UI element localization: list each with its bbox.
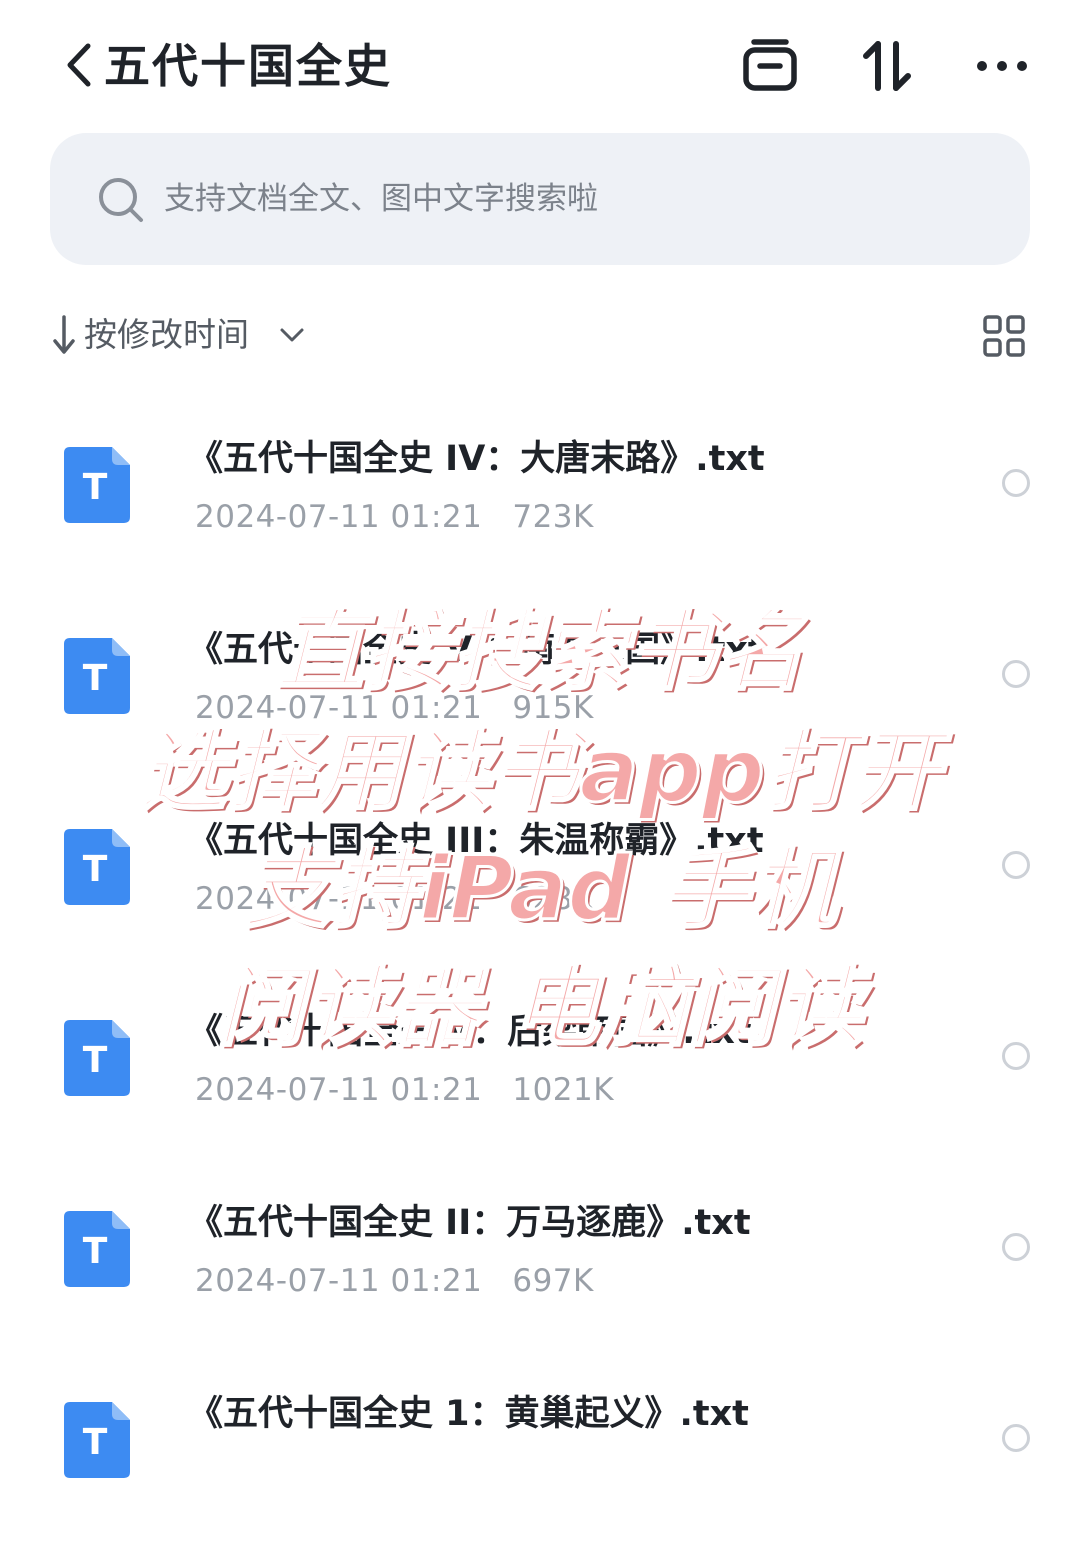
chevron-down-icon: [280, 328, 304, 342]
file-size: 1021K: [512, 1072, 615, 1108]
txt-file-icon: T: [64, 1211, 130, 1287]
search-bar[interactable]: 支持文档全文、图中文字搜索啦: [50, 133, 1030, 265]
select-radio[interactable]: [1002, 851, 1030, 879]
select-radio[interactable]: [1002, 469, 1030, 497]
file-row[interactable]: T 《五代十国全史 II：万马逐鹿》.txt 2024-07-11 01:21 697…: [0, 1159, 1080, 1350]
svg-text:T: T: [83, 1040, 108, 1081]
clipboard-icon[interactable]: [740, 36, 800, 96]
txt-file-icon: T: [64, 638, 130, 714]
back-chevron-icon[interactable]: [60, 40, 100, 90]
file-row[interactable]: T 《五代十国全史 1：黄巢起义》.txt: [0, 1350, 1080, 1541]
file-row[interactable]: T 《五代十国全史 IV：大唐末路》.txt 2024-07-11 01:21 723…: [0, 395, 1080, 586]
select-radio[interactable]: [1002, 1424, 1030, 1452]
file-row[interactable]: T 《五代十国全史 III：朱温称霸》.txt 2024-07-11 01:21 62…: [0, 777, 1080, 968]
page-title: 五代十国全史: [104, 39, 392, 93]
file-name: 《五代十国全史 VI：南方三国》.txt: [188, 630, 765, 670]
file-size: 697K: [512, 1263, 594, 1299]
file-meta: 2024-07-11 01:21 723K: [195, 497, 594, 537]
txt-file-icon: T: [64, 447, 130, 523]
grid-view-icon[interactable]: [982, 314, 1026, 358]
arrow-down-icon: [53, 315, 75, 354]
file-size: 628K: [512, 881, 594, 917]
sort-arrows-icon[interactable]: [858, 36, 918, 96]
select-radio[interactable]: [1002, 660, 1030, 688]
file-date: 2024-07-11 01:21: [195, 881, 483, 917]
file-name: 《五代十国全史 III：朱温称霸》.txt: [188, 821, 764, 861]
svg-text:T: T: [83, 467, 108, 508]
file-date: 2024-07-11 01:21: [195, 1072, 483, 1108]
svg-text:T: T: [83, 1422, 108, 1463]
file-meta: 2024-07-11 01:21 915K: [195, 688, 594, 728]
file-name: 《五代十国全史 1：黄巢起义》.txt: [188, 1394, 749, 1434]
sort-label: 按修改时间: [84, 315, 249, 354]
search-icon: [99, 178, 143, 222]
txt-file-icon: T: [64, 829, 130, 905]
top-bar: 五代十国全史: [0, 0, 1080, 130]
file-meta: 2024-07-11 01:21 628K: [195, 879, 594, 919]
file-date: 2024-07-11 01:21: [195, 1263, 483, 1299]
file-name: 《五代十国全史 IV：大唐末路》.txt: [188, 439, 765, 479]
file-date: 2024-07-11 01:21: [195, 690, 483, 726]
search-placeholder: 支持文档全文、图中文字搜索啦: [164, 181, 598, 217]
txt-file-icon: T: [64, 1402, 130, 1478]
svg-text:T: T: [83, 1231, 108, 1272]
file-row[interactable]: T 《五代十国全史 VI：南方三国》.txt 2024-07-11 01:21 915…: [0, 586, 1080, 777]
svg-text:T: T: [83, 658, 108, 699]
file-meta: 2024-07-11 01:21 1021K: [195, 1070, 614, 1110]
more-icon[interactable]: [972, 36, 1032, 96]
file-name: 《五代十国全史 V：后梁帝国》.txt: [188, 1012, 752, 1052]
select-radio[interactable]: [1002, 1042, 1030, 1070]
txt-file-icon: T: [64, 1020, 130, 1096]
svg-text:T: T: [83, 849, 108, 890]
file-size: 915K: [512, 690, 594, 726]
select-radio[interactable]: [1002, 1233, 1030, 1261]
file-row[interactable]: T 《五代十国全史 V：后梁帝国》.txt 2024-07-11 01:21 1021…: [0, 968, 1080, 1159]
file-size: 723K: [512, 499, 594, 535]
file-name: 《五代十国全史 II：万马逐鹿》.txt: [188, 1203, 751, 1243]
file-date: 2024-07-11 01:21: [195, 499, 483, 535]
file-meta: 2024-07-11 01:21 697K: [195, 1261, 594, 1301]
